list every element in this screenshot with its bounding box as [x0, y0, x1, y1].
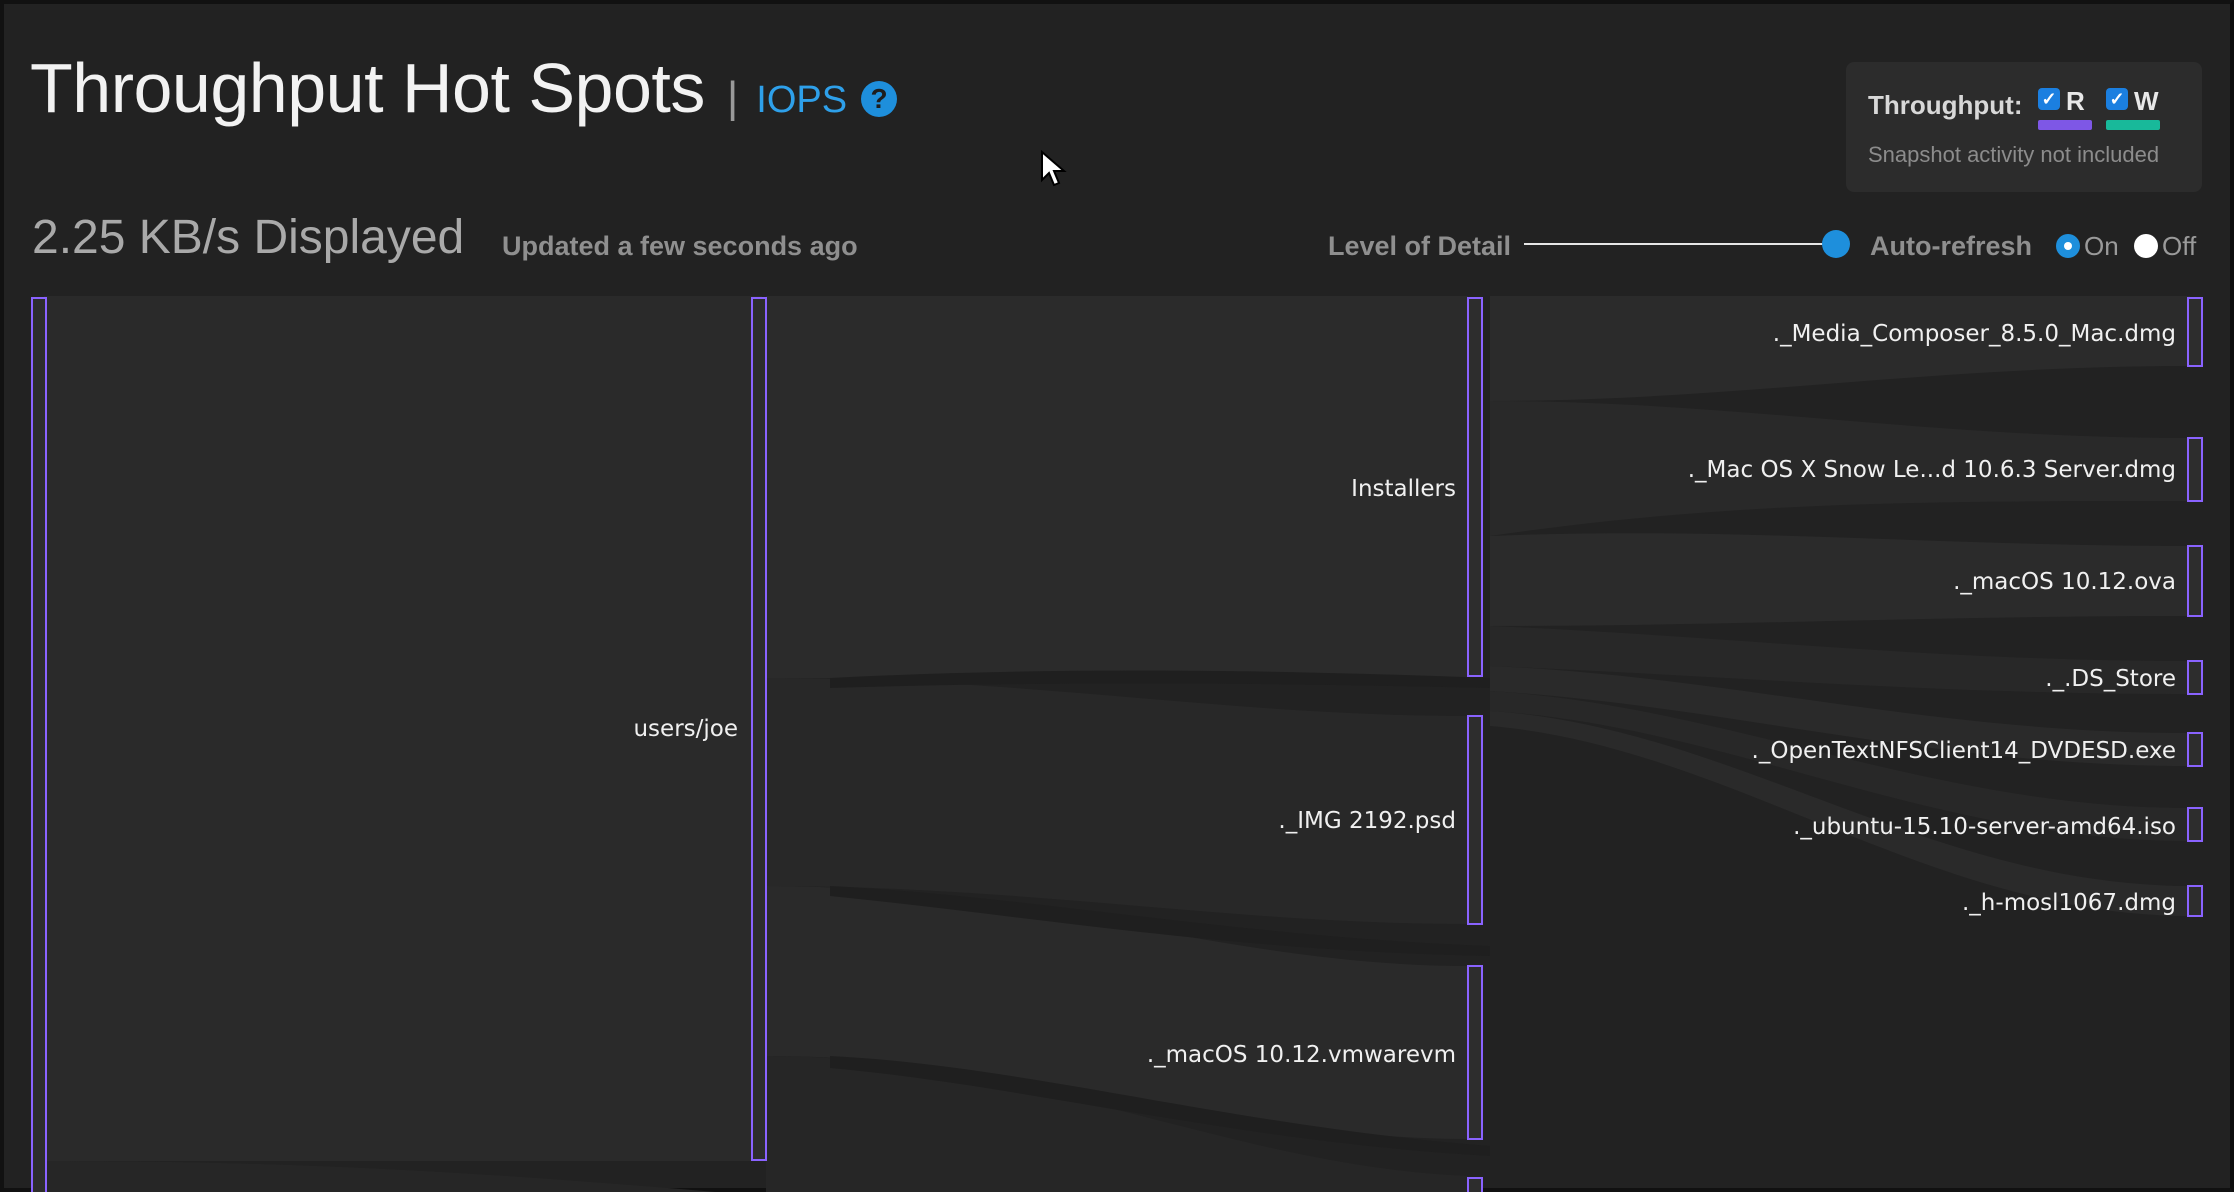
title-row: Throughput Hot Spots | IOPS ? — [30, 48, 898, 128]
sankey-label-ubuntu: ._ubuntu-15.10-server-amd64.iso — [1793, 814, 2176, 840]
sankey-node-ova[interactable] — [2187, 545, 2203, 617]
sankey-label-ova: ._macOS 10.12.ova — [1953, 569, 2176, 595]
legend-label: Throughput: — [1868, 90, 2023, 120]
help-icon[interactable]: ? — [861, 81, 898, 117]
sankey-label-opentext: ._OpenTextNFSClient14_DVDESD.exe — [1752, 738, 2176, 764]
read-color-swatch — [2038, 120, 2092, 130]
read-letter: R — [2066, 86, 2085, 116]
displayed-total: 2.25 KB/s Displayed — [32, 211, 465, 264]
level-of-detail-handle[interactable] — [1822, 230, 1850, 258]
sankey-label-snow-leopard: ._Mac OS X Snow Le...d 10.6.3 Server.dmg — [1688, 457, 2176, 483]
level-of-detail-label: Level of Detail — [1328, 231, 1512, 261]
level-of-detail-slider[interactable] — [1524, 243, 1836, 245]
snapshot-note: Snapshot activity not included — [1868, 142, 2160, 167]
sankey-label-users-joe: users/joe — [633, 716, 738, 742]
sankey-node-snow-leopard[interactable] — [2187, 437, 2203, 502]
throughput-legend: Throughput: ✓ R ✓ W Snapshot activity no… — [1846, 62, 2202, 192]
sankey-node-media-composer[interactable] — [2187, 297, 2203, 367]
sankey-label-ds-store: ._.DS_Store — [2045, 666, 2176, 692]
sankey-band-img-psd — [766, 678, 1468, 924]
title-separator: | — [726, 73, 739, 122]
sankey-node-vmwarevm[interactable] — [1467, 965, 1483, 1140]
write-color-swatch — [2106, 120, 2160, 130]
sankey-label-media-composer: ._Media_Composer_8.5.0_Mac.dmg — [1773, 321, 2176, 347]
sankey-node-mosl[interactable] — [2187, 885, 2203, 917]
sankey-band-media-composer — [1490, 296, 2190, 401]
write-letter: W — [2134, 86, 2159, 116]
hot-spots-sankey: users/joe Installers ._IMG 2192.psd ._ma… — [31, 296, 2203, 1192]
sankey-node-opentext[interactable] — [2187, 732, 2203, 767]
sankey-node-installers[interactable] — [1467, 297, 1483, 677]
sankey-label-installers: Installers — [1351, 476, 1456, 502]
sankey-label-img-psd: ._IMG 2192.psd — [1278, 808, 1456, 834]
sankey-node-img-psd[interactable] — [1467, 715, 1483, 925]
iops-link[interactable]: IOPS — [756, 79, 847, 122]
sankey-node-users-joe[interactable] — [751, 297, 767, 1161]
write-checkbox[interactable]: ✓ — [2106, 88, 2128, 110]
sankey-band-root-lower — [44, 1161, 716, 1192]
updated-status: Updated a few seconds ago — [502, 231, 858, 261]
auto-refresh-on-label[interactable]: On — [2084, 231, 2119, 262]
sankey-label-mosl: ._h-mosl1067.dmg — [1962, 890, 2176, 916]
page-title: Throughput Hot Spots — [30, 49, 705, 127]
throughput-hot-spots-window: Throughput Hot Spots | IOPS ? Throughput… — [0, 0, 2234, 1192]
sankey-node-root[interactable] — [31, 297, 47, 1192]
sankey-node-ubuntu[interactable] — [2187, 807, 2203, 842]
auto-refresh-off-label[interactable]: Off — [2162, 231, 2196, 262]
auto-refresh-off-radio[interactable] — [2134, 234, 2158, 258]
sankey-node-bottom[interactable] — [1467, 1177, 1483, 1192]
sankey-node-ds-store[interactable] — [2187, 660, 2203, 695]
auto-refresh-on-radio[interactable] — [2056, 234, 2080, 258]
auto-refresh-label: Auto-refresh — [1870, 231, 2033, 261]
sankey-label-vmwarevm: ._macOS 10.12.vmwarevm — [1147, 1042, 1456, 1068]
mouse-pointer-icon — [1041, 150, 1067, 187]
read-checkbox[interactable]: ✓ — [2038, 88, 2060, 110]
